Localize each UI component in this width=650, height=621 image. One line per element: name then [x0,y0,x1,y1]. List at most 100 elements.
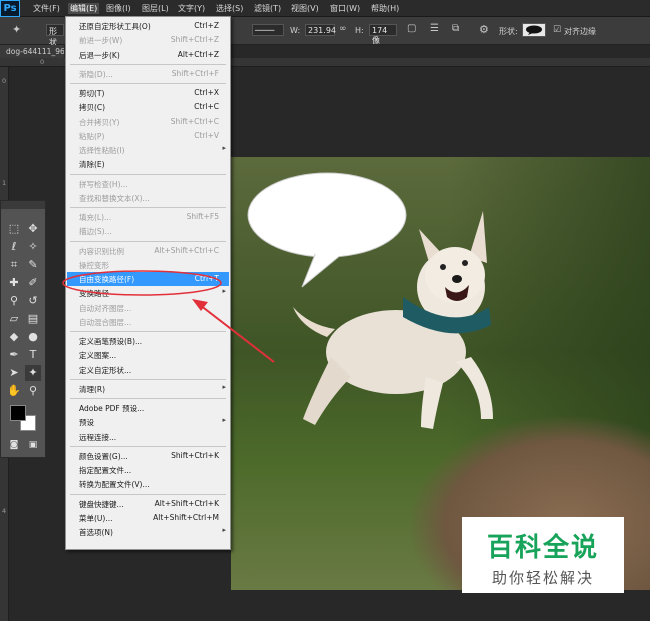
edit-menu-item[interactable]: 自动混合图层... [67,315,229,329]
path-arrangement-icon[interactable]: ⧉ [452,23,459,34]
watermark-badge: 百科全说 助你轻松解决 [462,517,624,593]
path-alignment-icon[interactable]: ☰ [430,23,439,34]
edit-menu-item[interactable]: 后退一步(K) Alt+Ctrl+Z [67,48,229,62]
zoom-tool-icon[interactable]: ⚲ [25,383,41,399]
shape-mode-label: 形状 [49,27,57,47]
screen-mode-icon[interactable]: ▣ [25,437,41,453]
healing-brush-icon[interactable]: ✚ [6,275,22,291]
menu-select[interactable]: 选择(S) [216,3,243,14]
edit-menu-item[interactable]: 操控变形 [67,258,229,272]
document-tab[interactable]: dog-644111_96 [0,45,64,58]
edit-menu-item[interactable]: 定义画笔预设(B)... [67,334,229,348]
menu-image[interactable]: 图像(I) [106,3,131,14]
edit-menu-item[interactable]: 键盘快捷键... Alt+Shift+Ctrl+K [67,497,229,511]
submenu-arrow-icon: ▸ [222,526,226,534]
link-icon[interactable]: ∞ [339,24,347,34]
watermark-title: 百科全说 [486,533,599,563]
brush-tool-icon[interactable]: ✐ [25,275,41,291]
menu-type[interactable]: 文字(Y) [178,3,205,14]
menu-item-label: 自动对齐图层... [79,303,132,313]
edit-menu-item[interactable]: 清理(R) ▸ [67,382,229,396]
menu-help[interactable]: 帮助(H) [371,3,399,14]
eraser-tool-icon[interactable]: ▱ [6,311,22,327]
speech-bubble-shape[interactable] [246,170,411,288]
blur-tool-icon[interactable]: ◆ [6,329,22,345]
edit-menu-item[interactable]: 描边(S)... [67,224,229,238]
custom-shape-tool-icon[interactable]: ✦ [25,365,41,381]
edit-menu-item[interactable]: 首选项(N) ▸ [67,525,229,539]
ruler-label: 1 [2,179,7,187]
lasso-tool-icon[interactable]: ℓ [6,239,22,255]
menu-separator [70,445,226,447]
stroke-type-select[interactable]: ──── [252,24,284,36]
edit-menu-item[interactable]: 定义图案... [67,348,229,362]
edit-menu-item[interactable]: 颜色设置(G)... Shift+Ctrl+K [67,449,229,463]
eyedropper-icon[interactable]: ✎ [25,257,41,273]
shape-mode-select[interactable]: 形状 [46,24,64,47]
menu-separator [70,378,226,380]
edit-menu-item[interactable]: 剪切(T) Ctrl+X [67,86,229,100]
foreground-color-swatch[interactable] [10,405,26,421]
magic-wand-icon[interactable]: ✧ [25,239,41,255]
path-selection-icon[interactable]: ➤ [6,365,22,381]
edit-menu-item[interactable]: 内容识别比例 Alt+Shift+Ctrl+C [67,244,229,258]
menu-item-label: 定义自定形状... [79,365,132,375]
edit-menu-item[interactable]: 清除(E) [67,157,229,171]
history-brush-icon[interactable]: ↺ [25,293,41,309]
edit-menu-item[interactable]: 自由变换路径(F) Ctrl+T [67,272,229,286]
edit-menu-item[interactable]: 还原自定形状工具(O) Ctrl+Z [67,19,229,33]
edit-menu-item[interactable]: 前进一步(W) Shift+Ctrl+Z [67,33,229,47]
edit-menu-item[interactable]: 粘贴(P) Ctrl+V [67,129,229,143]
hand-tool-icon[interactable]: ✋ [6,383,22,399]
quick-mask-icon[interactable]: ◙ [6,437,22,453]
dodge-tool-icon[interactable]: ● [25,329,41,345]
gradient-tool-icon[interactable]: ▤ [25,311,41,327]
edit-menu-item[interactable]: 选择性粘贴(I) ▸ [67,143,229,157]
submenu-arrow-icon: ▸ [222,287,226,296]
custom-shape-tool-icon[interactable]: ✦ [12,23,21,36]
checkbox-checked-icon[interactable]: ☑ [553,25,561,35]
menu-item-label: 填充(L)... [79,213,112,222]
toolbox-header[interactable] [1,201,45,209]
width-label: W: [290,26,301,35]
shape-picker[interactable] [522,23,546,37]
width-input[interactable]: 231.94 [305,24,336,36]
edit-menu-item[interactable]: 查找和替换文本(X)... [67,191,229,205]
pen-tool-icon[interactable]: ✒ [6,347,22,363]
edit-menu-item[interactable]: 合并拷贝(Y) Shift+Ctrl+C [67,115,229,129]
crop-tool-icon[interactable]: ⌗ [6,257,22,273]
gear-icon[interactable]: ⚙ [479,23,489,36]
menu-separator [70,240,226,242]
edit-menu-item[interactable]: 拷贝(C) Ctrl+C [67,100,229,114]
move-tool-icon[interactable]: ✥ [25,221,41,237]
menu-filter[interactable]: 滤镜(T) [254,3,281,14]
edit-menu-item[interactable]: 预设 ▸ [67,415,229,429]
path-operations-icon[interactable]: ▢ [407,23,416,34]
edit-menu-item[interactable]: 变换路径 ▸ [67,286,229,300]
menu-view[interactable]: 视图(V) [291,3,319,14]
menu-item-label: 首选项(N) [79,528,113,537]
menu-item-label: 菜单(U)... [79,513,113,523]
edit-menu-item[interactable]: Adobe PDF 预设... [67,401,229,415]
menu-window[interactable]: 窗口(W) [330,3,360,14]
clone-stamp-icon[interactable]: ⚲ [6,293,22,309]
edit-menu-item[interactable]: 自动对齐图层... [67,301,229,315]
edit-menu-item[interactable]: 菜单(U)... Alt+Shift+Ctrl+M [67,511,229,525]
edit-menu-item[interactable]: 转换为配置文件(V)... [67,477,229,491]
edit-menu-item[interactable]: 定义自定形状... [67,363,229,377]
menu-layer[interactable]: 图层(L) [142,3,169,14]
menu-edit[interactable]: 编辑(E) [68,3,100,14]
edit-menu-item[interactable]: 渐隐(D)... Shift+Ctrl+F [67,67,229,81]
edit-menu-item[interactable]: 指定配置文件... [67,463,229,477]
menu-item-label: 定义画笔预设(B)... [79,337,143,346]
type-tool-icon[interactable]: T [25,347,41,363]
menu-item-label: 内容识别比例 [79,246,124,256]
edit-menu-item[interactable]: 填充(L)... Shift+F5 [67,210,229,224]
height-input[interactable]: 174 像 [369,24,397,45]
menu-item-label: 预设 [79,418,94,428]
edit-menu-item[interactable]: 拼写检查(H)... [67,177,229,191]
edit-menu-item[interactable]: 远程连接... [67,430,229,444]
marquee-tool-icon[interactable]: ⬚ [6,221,22,237]
menu-file[interactable]: 文件(F) [33,3,60,14]
menu-item-shortcut: Alt+Shift+Ctrl+M [153,512,219,522]
